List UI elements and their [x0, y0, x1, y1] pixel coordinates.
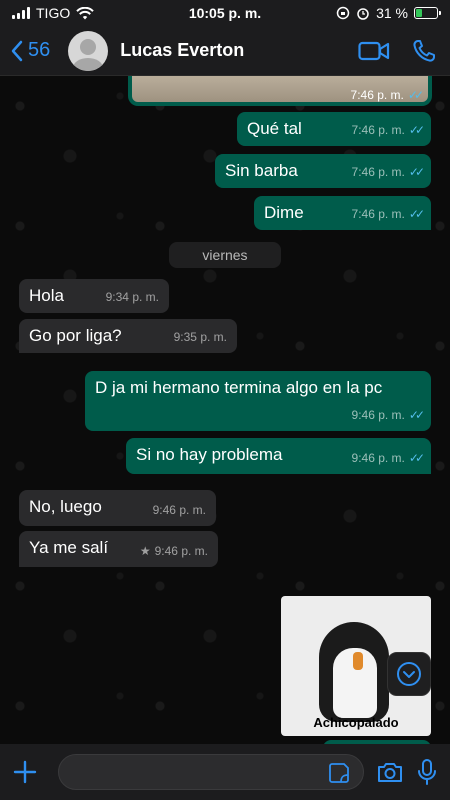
star-icon: ★ [139, 544, 151, 558]
date-separator: viernes [169, 242, 281, 268]
image-message[interactable]: 7:46 p. m. ✓✓ [128, 76, 432, 106]
battery-percent: 31 % [376, 5, 408, 21]
sticker-caption: Achicopalado [313, 715, 399, 730]
read-ticks-icon: ✓✓ [407, 88, 424, 102]
composer-bar [0, 744, 450, 800]
read-ticks-icon: ✓✓ [408, 207, 425, 221]
message-time: 7:46 p. m. [351, 207, 405, 221]
message-outgoing[interactable]: Dime 7:46 p. m. ✓✓ [254, 196, 431, 230]
message-incoming[interactable]: No, luego 9:46 p. m. [19, 490, 216, 526]
message-outgoing[interactable]: D ja mi hermano termina algo en la pc 9:… [85, 371, 431, 431]
message-meta: ★ 9:46 p. m. [140, 540, 208, 562]
read-ticks-icon: ✓✓ [408, 408, 425, 422]
message-text: Si no hay problema [136, 445, 283, 464]
contact-name[interactable]: Lucas Everton [120, 40, 358, 61]
message-text: Qué tal [247, 119, 302, 138]
message-time: 7:46 p. m. [351, 165, 405, 179]
message-time: 7:46 p. m. [351, 123, 405, 137]
signal-icon [12, 7, 30, 19]
message-outgoing[interactable]: Sin barba 7:46 p. m. ✓✓ [215, 154, 431, 188]
message-meta: 9:34 p. m. [106, 286, 159, 308]
header-actions [358, 39, 440, 63]
message-text: D ja mi hermano termina algo en la pc [95, 378, 383, 397]
orientation-lock-icon [336, 6, 350, 20]
message-outgoing[interactable]: Qué tal 7:46 p. m. ✓✓ [237, 112, 431, 146]
chat-area[interactable]: 7:46 p. m. ✓✓ Qué tal 7:46 p. m. ✓✓ Sin … [0, 76, 450, 744]
message-meta: 9:46 p. m. ✓✓ [351, 447, 426, 469]
video-call-icon[interactable] [358, 40, 390, 62]
battery-icon [414, 7, 441, 19]
message-text: Sin barba [225, 161, 298, 180]
message-meta: 7:46 p. m. ✓✓ [351, 161, 426, 183]
message-incoming[interactable]: Go por liga? 9:35 p. m. [19, 319, 237, 353]
sticker-icon[interactable] [328, 762, 350, 784]
message-incoming[interactable]: Hola 9:34 p. m. [19, 279, 169, 313]
message-meta: 7:46 p. m. ✓✓ [351, 119, 426, 141]
chevron-down-circle-icon [397, 662, 421, 686]
carrier-label: TIGO [36, 5, 71, 21]
back-button[interactable]: 56 [10, 39, 50, 62]
chat-header: 56 Lucas Everton [0, 26, 450, 76]
message-time: 7:46 p. m. [350, 88, 404, 102]
phone-call-icon[interactable] [412, 39, 436, 63]
message-time: 9:46 p. m. [152, 503, 206, 517]
unread-count: 56 [28, 39, 51, 61]
scroll-to-bottom-button[interactable] [387, 652, 431, 696]
read-ticks-icon: ✓✓ [408, 451, 425, 465]
message-time: 9:35 p. m. [173, 330, 227, 344]
read-ticks-icon: ✓✓ [408, 165, 425, 179]
camera-icon[interactable] [376, 760, 404, 784]
read-ticks-icon: ✓✓ [408, 123, 425, 137]
status-bar: TIGO 10:05 p. m. 31 % [0, 0, 450, 26]
status-left: TIGO [12, 5, 152, 21]
avatar[interactable] [68, 30, 109, 71]
status-right: 31 % [298, 5, 441, 21]
chevron-left-icon [11, 40, 23, 61]
message-meta: 7:46 p. m. ✓✓ [350, 88, 425, 102]
message-text: Dime [264, 203, 304, 222]
microphone-icon[interactable] [416, 758, 438, 786]
message-time: 9:46 p. m. [351, 408, 405, 422]
message-meta: 9:46 p. m. [153, 499, 206, 521]
message-text: Ya me salí [29, 538, 109, 557]
message-time: 9:34 p. m. [105, 290, 159, 304]
wifi-icon [76, 6, 94, 19]
message-time: 9:46 p. m. [154, 544, 208, 558]
message-meta: 9:46 p. m. ✓✓ [351, 404, 426, 426]
message-input-wrapper [58, 754, 364, 790]
message-text: Hola [29, 286, 64, 305]
message-incoming[interactable]: Ya me salí ★ 9:46 p. m. [19, 531, 218, 567]
message-input[interactable] [58, 754, 364, 790]
plus-icon[interactable] [12, 759, 38, 785]
message-meta: 9:35 p. m. [174, 326, 227, 348]
message-outgoing[interactable]: Si no hay problema 9:46 p. m. ✓✓ [126, 438, 431, 474]
message-text: No, luego [29, 497, 102, 516]
message-meta: 7:46 p. m. ✓✓ [351, 203, 426, 225]
message-text: Go por liga? [29, 326, 122, 345]
message-time: 9:46 p. m. [351, 451, 405, 465]
status-time: 10:05 p. m. [188, 5, 262, 21]
alarm-icon [357, 8, 369, 20]
